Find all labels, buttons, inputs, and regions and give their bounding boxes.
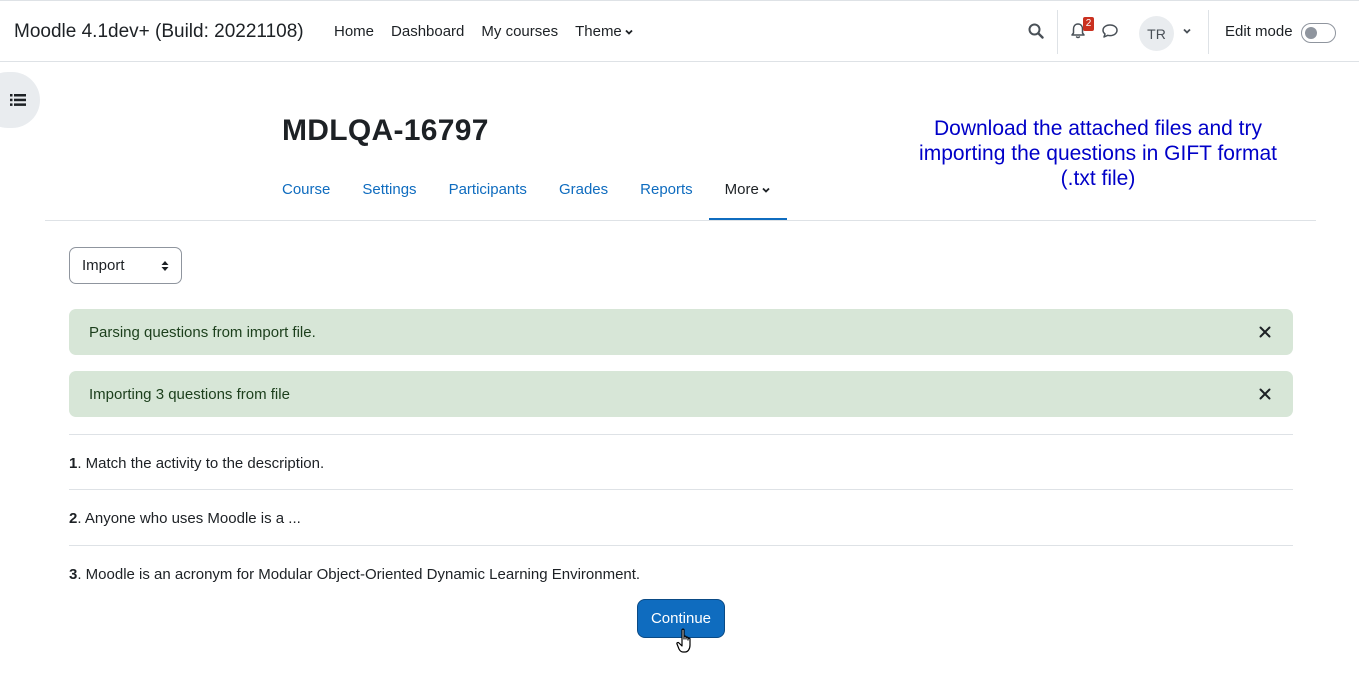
tab-settings[interactable]: Settings	[346, 170, 432, 221]
alert-message: Importing 3 questions from file	[89, 386, 290, 403]
question-entry: 2. Anyone who uses Moodle is a ...	[69, 510, 301, 527]
tab-reports[interactable]: Reports	[624, 170, 709, 221]
nav-link-theme[interactable]: Theme	[575, 23, 634, 40]
nav-link-dashboard[interactable]: Dashboard	[391, 23, 464, 40]
import-action-select[interactable]: Import	[69, 247, 182, 284]
close-icon[interactable]	[1259, 388, 1271, 400]
tab-more[interactable]: More	[708, 170, 788, 221]
top-navbar: Moodle 4.1dev+ (Build: 20221108) Home Da…	[0, 0, 1359, 62]
search-icon	[1028, 23, 1044, 39]
import-select-value: Import	[82, 257, 125, 274]
course-index-toggle[interactable]	[0, 72, 40, 128]
tab-course[interactable]: Course	[266, 170, 346, 221]
success-alert: Parsing questions from import file.	[69, 309, 1293, 355]
question-list-item: 1. Match the activity to the description…	[69, 434, 1293, 490]
navbar-divider	[1208, 10, 1209, 54]
notification-count-badge: 2	[1083, 17, 1094, 31]
site-brand[interactable]: Moodle 4.1dev+ (Build: 20221108)	[14, 21, 304, 43]
question-text: . Match the activity to the description.	[77, 455, 325, 472]
user-menu-toggle[interactable]	[1176, 20, 1198, 42]
speech-bubble-icon	[1102, 24, 1118, 38]
annotation-note: Download the attached files and try impo…	[919, 117, 1277, 190]
chevron-down-icon	[762, 187, 770, 193]
nav-link-theme-label: Theme	[575, 23, 622, 40]
question-list-item: 2. Anyone who uses Moodle is a ...	[69, 489, 1293, 545]
alert-message: Parsing questions from import file.	[89, 324, 316, 341]
secondary-navigation: Course Settings Participants Grades Repo…	[266, 170, 788, 221]
question-text: . Anyone who uses Moodle is a ...	[77, 510, 301, 527]
messages-button[interactable]	[1099, 20, 1121, 42]
chevron-down-icon	[625, 29, 633, 35]
question-entry: 3. Moodle is an acronym for Modular Obje…	[69, 566, 640, 583]
chevron-down-icon	[1183, 28, 1191, 34]
primary-navigation: Home Dashboard My courses Theme	[334, 23, 634, 40]
search-button[interactable]	[1025, 20, 1047, 42]
list-icon	[10, 94, 26, 106]
question-entry: 1. Match the activity to the description…	[69, 455, 324, 472]
user-avatar[interactable]: TR	[1139, 16, 1174, 51]
tab-more-label: More	[724, 181, 759, 198]
nav-link-my-courses[interactable]: My courses	[481, 23, 558, 40]
success-alert: Importing 3 questions from file	[69, 371, 1293, 417]
question-text: . Moodle is an acronym for Modular Objec…	[77, 566, 641, 583]
edit-mode-toggle[interactable]	[1301, 23, 1336, 43]
tab-participants[interactable]: Participants	[433, 170, 543, 221]
navbar-divider	[1057, 10, 1058, 54]
close-icon[interactable]	[1259, 326, 1271, 338]
tab-grades[interactable]: Grades	[543, 170, 624, 221]
hand-pointer-cursor-icon	[676, 628, 691, 653]
question-list-item: 3. Moodle is an acronym for Modular Obje…	[69, 545, 1293, 595]
page-title: MDLQA-16797	[282, 114, 489, 147]
edit-mode-label: Edit mode	[1225, 23, 1293, 40]
header-divider	[45, 220, 1316, 221]
nav-link-home[interactable]: Home	[334, 23, 374, 40]
select-arrows-icon	[161, 261, 169, 271]
